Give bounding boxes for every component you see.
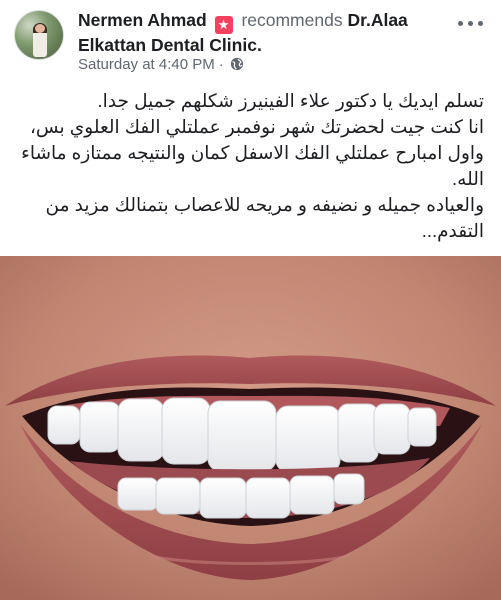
post-header: Nermen Ahmad ★ recommends Dr.Alaa Elkatt… [0,0,501,84]
post-text-line: والعياده جميله و نضيفه و مريحه للاعصاب ب… [45,194,485,241]
post-photo[interactable] [0,256,501,600]
globe-icon[interactable] [230,57,244,71]
more-options-icon[interactable] [458,16,488,30]
post-meta: Saturday at 4:40 PM · [78,56,244,73]
post-text-line: انا كنت جيت لحضرتك شهر نوفمبر عملتلي الف… [29,116,484,137]
recommendation-post: Nermen Ahmad ★ recommends Dr.Alaa Elkatt… [0,0,501,600]
post-text-line: تسلم ايديك يا دكتور علاء الفينيرز شكلهم … [97,90,485,111]
recommend-star-icon: ★ [214,16,233,34]
avatar-face [35,24,45,33]
more-dot [468,20,473,26]
page-suffix: . [256,35,262,55]
post-text: تسلم ايديك يا دكتور علاء الفينيرز شكلهم … [18,88,484,244]
meta-separator: · [218,56,224,73]
author-avatar[interactable] [14,10,64,60]
recommends-label: recommends [241,10,343,30]
post-title-line: Nermen Ahmad ★ recommends Dr.Alaa Elkatt… [78,9,438,56]
more-dot [478,20,483,26]
more-dot [458,20,463,26]
post-text-line: واول امبارح عملتلي الفك الاسفل كمان والن… [21,142,484,189]
post-timestamp[interactable]: Saturday at 4:40 PM [78,56,215,73]
smile-photo [0,256,501,600]
author-name[interactable]: Nermen Ahmad [78,10,207,30]
